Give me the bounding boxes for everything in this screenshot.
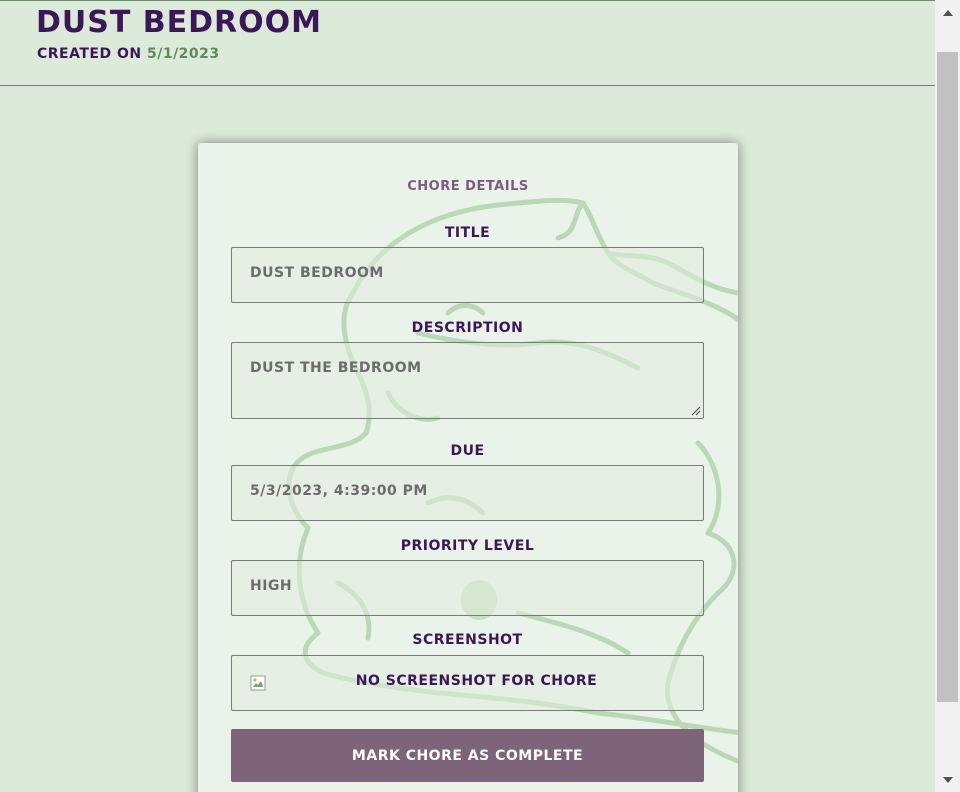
created-date: 5/1/2023 <box>146 46 220 62</box>
screenshot-label: Screenshot <box>412 632 523 648</box>
arrow-down-icon <box>942 776 953 783</box>
screenshot-box: No Screenshot for Chore <box>231 655 704 711</box>
vertical-scrollbar[interactable] <box>935 0 960 792</box>
priority-label: Priority Level <box>400 538 535 554</box>
page: Dust Bedroom Created on 5/1/2023 <box>0 0 935 792</box>
created-prefix: Created on <box>37 46 142 62</box>
priority-input[interactable]: High <box>231 560 704 616</box>
resize-grip-icon[interactable] <box>689 404 701 416</box>
mark-complete-button[interactable]: Mark Chore as Complete <box>231 729 704 782</box>
description-textarea[interactable]: Dust the bedroom <box>231 342 704 419</box>
description-label: Description <box>411 320 524 336</box>
scroll-down-button[interactable] <box>935 767 960 792</box>
title-input[interactable]: Dust Bedroom <box>231 247 704 303</box>
due-label: Due <box>450 443 485 459</box>
chore-details-card: Chore Details Title Dust Bedroom Descrip… <box>198 143 738 792</box>
arrow-up-icon <box>942 9 953 16</box>
broken-image-icon <box>250 675 266 691</box>
title-label: Title <box>444 225 491 241</box>
created-line: Created on 5/1/2023 <box>37 46 220 62</box>
scroll-thumb[interactable] <box>937 52 958 702</box>
page-header: Dust Bedroom Created on 5/1/2023 <box>0 1 935 86</box>
card-heading: Chore Details <box>407 179 529 194</box>
scroll-up-button[interactable] <box>935 0 960 25</box>
due-input[interactable]: 5/3/2023, 4:39:00 PM <box>231 465 704 521</box>
no-screenshot-text: No Screenshot for Chore <box>355 673 598 689</box>
page-title: Dust Bedroom <box>36 5 322 40</box>
description-value: Dust the bedroom <box>250 360 422 376</box>
